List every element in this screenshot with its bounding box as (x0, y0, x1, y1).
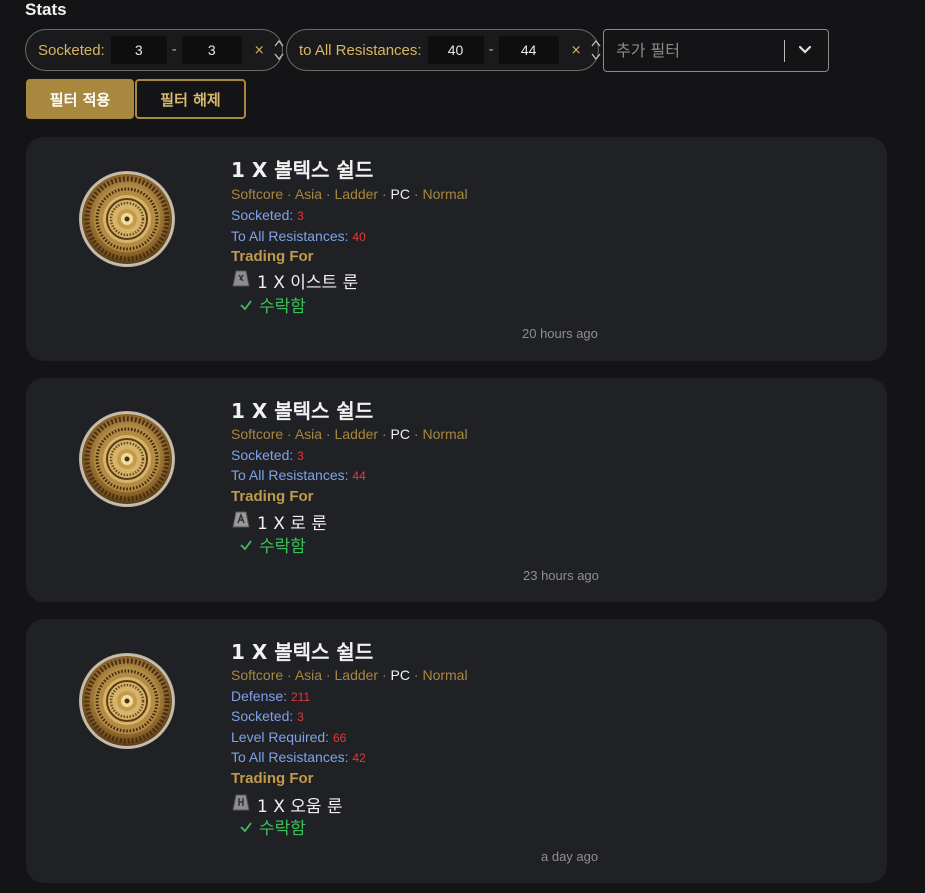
trading-for-label: Trading For (231, 770, 314, 787)
filter-label: to All Resistances: (299, 41, 422, 59)
item-title[interactable]: 1 X 볼텍스 쉴드 (231, 154, 373, 183)
timestamp: a day ago (541, 849, 599, 864)
checkmark-icon (240, 299, 252, 310)
filter-max-input[interactable] (181, 36, 242, 64)
reset-filter-button[interactable]: 필터 해제 (135, 79, 246, 119)
filter-min-input[interactable] (110, 36, 167, 64)
listing-meta: Softcore · Asia · Ladder · PC · Normal (231, 426, 468, 442)
clear-filter-button[interactable]: × (254, 43, 265, 58)
clear-filter-button[interactable]: × (571, 43, 582, 58)
trading-for-label: Trading For (231, 488, 314, 505)
stat-defense: Defense: 211 (231, 688, 311, 704)
stat-socketed: Socketed: 3 (231, 447, 304, 463)
status-accepted: 수락함 (239, 814, 306, 839)
stat-to-all-resistances: To All Resistances: 44 (231, 467, 366, 483)
filter-to-all-resistances: to All Resistances: - × (286, 29, 602, 71)
spinner-arrows-icon[interactable] (590, 38, 602, 62)
status-accepted: 수락함 (239, 292, 306, 317)
checkmark-icon (240, 539, 252, 550)
listing-card[interactable]: 1 X 볼텍스 쉴드 Softcore · Asia · Ladder · PC… (26, 619, 887, 883)
vortex-shield-icon (78, 170, 176, 268)
stats-title: Stats (25, 0, 67, 19)
rune-icon (231, 268, 251, 293)
trade-item: 1 X 로 룬 (231, 509, 327, 534)
vortex-shield-icon (78, 410, 176, 508)
timestamp: 20 hours ago (522, 326, 598, 341)
filter-max-input[interactable] (498, 36, 559, 64)
filter-socketed: Socketed: - × (25, 29, 285, 71)
apply-filter-button[interactable]: 필터 적용 (26, 79, 134, 119)
trade-item: 1 X 이스트 룬 (231, 268, 358, 293)
stat-level-required: Level Required: 66 (231, 729, 347, 745)
stat-socketed: Socketed: 3 (231, 207, 304, 223)
divider (784, 39, 785, 62)
range-dash: - (171, 42, 177, 58)
timestamp: 23 hours ago (523, 568, 599, 583)
vortex-shield-icon (78, 652, 176, 750)
item-title[interactable]: 1 X 볼텍스 쉴드 (231, 395, 373, 424)
add-filter-select[interactable] (603, 29, 829, 72)
range-dash: - (488, 42, 494, 58)
spinner-arrows-icon[interactable] (273, 38, 285, 62)
listing-meta: Softcore · Asia · Ladder · PC · Normal (231, 186, 468, 202)
chevron-down-icon[interactable] (797, 41, 813, 61)
listing-card[interactable]: 1 X 볼텍스 쉴드 Softcore · Asia · Ladder · PC… (26, 137, 887, 361)
listing-card[interactable]: 1 X 볼텍스 쉴드 Softcore · Asia · Ladder · PC… (26, 378, 887, 602)
stat-to-all-resistances: To All Resistances: 40 (231, 228, 366, 244)
stat-to-all-resistances: To All Resistances: 42 (231, 749, 366, 765)
rune-icon (231, 509, 251, 534)
stat-socketed: Socketed: 3 (231, 708, 304, 724)
listing-meta: Softcore · Asia · Ladder · PC · Normal (231, 667, 468, 683)
filter-label: Socketed: (38, 41, 105, 59)
add-filter-input[interactable] (616, 41, 776, 60)
item-title[interactable]: 1 X 볼텍스 쉴드 (231, 636, 373, 665)
status-accepted: 수락함 (239, 532, 306, 557)
trading-for-label: Trading For (231, 248, 314, 265)
checkmark-icon (240, 821, 252, 832)
filter-min-input[interactable] (427, 36, 484, 64)
